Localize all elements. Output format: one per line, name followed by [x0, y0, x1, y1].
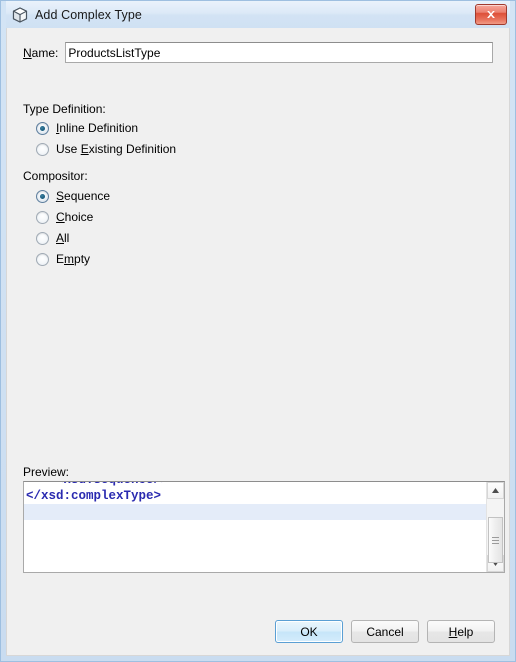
radio-label-sequence: Sequence — [56, 189, 111, 203]
radio-use-existing-definition[interactable]: Use Existing Definition — [36, 141, 176, 157]
type-definition-label: Type Definition: — [23, 102, 106, 116]
radio-sequence[interactable]: Sequence — [36, 188, 110, 204]
ok-button[interactable]: OK — [275, 620, 343, 643]
radio-all[interactable]: All — [36, 230, 69, 246]
radio-label-empty: Empty — [56, 252, 91, 266]
window-title: Add Complex Type — [35, 7, 142, 22]
compositor-label: Compositor: — [23, 169, 88, 183]
dialog-button-bar: OK Cancel Help — [275, 620, 495, 643]
radio-indicator-inline[interactable] — [36, 121, 49, 135]
radio-label-choice: Choice — [56, 210, 94, 224]
code-line-current — [24, 504, 486, 520]
scrollbar-thumb[interactable] — [488, 517, 503, 563]
preview-box: <xsd:sequence/> </xsd:complexType> — [23, 481, 505, 573]
radio-indicator-empty[interactable] — [36, 252, 49, 266]
preview-code-area[interactable]: <xsd:sequence/> </xsd:complexType> — [24, 482, 486, 572]
radio-empty[interactable]: Empty — [36, 251, 90, 267]
name-label: Name: — [23, 46, 58, 60]
title-bar[interactable]: Add Complex Type — [6, 1, 510, 28]
preview-label: Preview: — [23, 465, 70, 479]
help-button[interactable]: Help — [427, 620, 495, 643]
name-row: Name: — [23, 42, 493, 63]
radio-inline-definition[interactable]: Inline Definition — [36, 120, 138, 136]
triangle-up-icon — [492, 488, 499, 493]
name-mnemonic: N — [23, 45, 32, 60]
close-button[interactable] — [475, 4, 507, 25]
radio-indicator-use-existing[interactable] — [36, 142, 49, 156]
preview-code-lines: <xsd:sequence/> </xsd:complexType> — [24, 482, 486, 536]
radio-indicator-all[interactable] — [36, 231, 49, 245]
radio-label-inline: Inline Definition — [56, 121, 139, 135]
scroll-up-button[interactable] — [487, 482, 504, 499]
radio-choice[interactable]: Choice — [36, 209, 93, 225]
radio-label-use-existing: Use Existing Definition — [56, 142, 177, 156]
radio-indicator-sequence[interactable] — [36, 189, 49, 203]
code-line: </xsd:complexType> — [26, 489, 162, 503]
cube-icon — [11, 6, 29, 24]
close-icon — [487, 11, 495, 18]
scrollbar-track[interactable] — [487, 499, 504, 563]
name-label-rest: ame: — [31, 45, 59, 60]
cancel-button[interactable]: Cancel — [351, 620, 419, 643]
preview-scrollbar[interactable] — [486, 482, 504, 572]
name-input[interactable] — [65, 42, 493, 63]
radio-indicator-choice[interactable] — [36, 210, 49, 224]
scrollbar-grip-icon — [492, 536, 499, 545]
radio-label-all: All — [56, 231, 70, 245]
add-complex-type-dialog: Add Complex Type Name: Type Definition: … — [0, 0, 516, 662]
dialog-client-area: Name: Type Definition: Inline Definition… — [6, 28, 510, 656]
